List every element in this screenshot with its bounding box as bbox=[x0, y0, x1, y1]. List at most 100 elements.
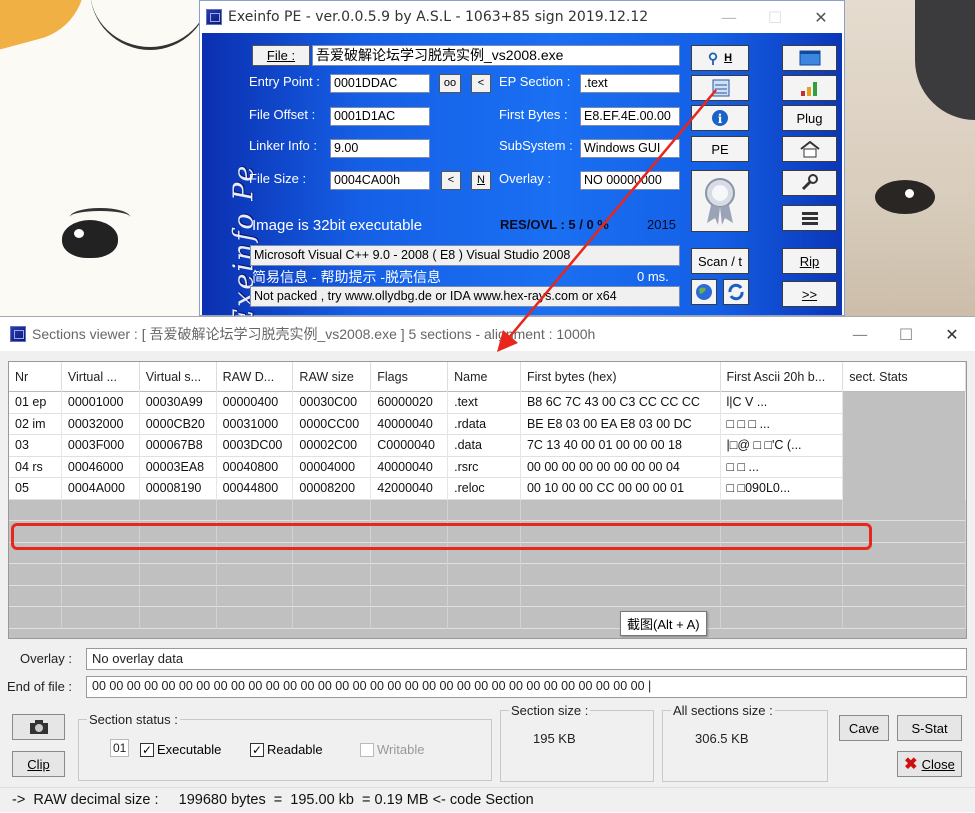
n-button[interactable]: N bbox=[471, 171, 491, 190]
magnifier-icon: ⚲ bbox=[707, 49, 719, 66]
column-header[interactable]: Flags bbox=[371, 362, 449, 392]
executable-checkbox[interactable]: ✓ Executable bbox=[140, 742, 221, 757]
tools-button[interactable] bbox=[782, 170, 837, 196]
window-button[interactable] bbox=[782, 45, 837, 71]
rip-button[interactable]: Rip bbox=[782, 248, 837, 274]
column-header[interactable]: RAW D... bbox=[217, 362, 294, 392]
camera-button[interactable] bbox=[12, 714, 65, 740]
table-row[interactable] bbox=[9, 499, 966, 521]
sections-viewer-button[interactable] bbox=[691, 75, 749, 101]
oo-button[interactable]: oo bbox=[439, 74, 461, 93]
app-icon bbox=[206, 9, 222, 25]
table-cell bbox=[521, 585, 721, 607]
maximize-button[interactable]: ☐ bbox=[752, 8, 798, 27]
table-row[interactable]: 04 rs 00046000 00003EA8 00040800 00004000 400… bbox=[9, 456, 966, 478]
column-header[interactable]: Nr bbox=[9, 362, 62, 392]
table-cell: 00004000 bbox=[293, 456, 372, 478]
readable-checkbox[interactable]: ✓ Readable bbox=[250, 742, 323, 757]
minimize-button[interactable]: — bbox=[706, 8, 752, 27]
table-row[interactable]: 05 0004A000 00008190 00044800 00008200 420000… bbox=[9, 478, 966, 500]
table-row[interactable]: 02 im 00032000 0000CB20 00031000 0000CC00 400… bbox=[9, 413, 966, 435]
table-cell: 00044800 bbox=[217, 478, 294, 500]
more-button[interactable]: >> bbox=[782, 281, 837, 307]
entry-point-field[interactable]: 0001DDAC bbox=[330, 74, 430, 93]
search-h-button[interactable]: ⚲ H bbox=[691, 45, 749, 71]
column-header[interactable]: First bytes (hex) bbox=[521, 362, 721, 392]
table-cell: 60000020 bbox=[371, 392, 449, 414]
sections-minimize-button[interactable]: — bbox=[837, 325, 883, 344]
sections-maximize-button[interactable]: ☐ bbox=[883, 325, 929, 344]
overlay-label: Overlay : bbox=[499, 171, 552, 186]
column-header[interactable]: Virtual ... bbox=[62, 362, 140, 392]
sstat-button[interactable]: S-Stat bbox=[897, 715, 962, 741]
lt-button-2[interactable]: < bbox=[441, 171, 461, 190]
web-button[interactable] bbox=[691, 279, 717, 305]
overlay-label-2: Overlay : bbox=[20, 651, 73, 666]
overlay-field[interactable]: NO 00000000 bbox=[580, 171, 680, 190]
table-cell bbox=[448, 585, 521, 607]
clip-button[interactable]: Clip bbox=[12, 751, 65, 777]
table-row[interactable] bbox=[9, 564, 966, 586]
table-cell: .rsrc bbox=[448, 456, 521, 478]
cave-button[interactable]: Cave bbox=[839, 715, 889, 741]
window-title: Exeinfo PE - ver.0.0.5.9 by A.S.L - 1063… bbox=[228, 9, 649, 25]
table-cell bbox=[843, 413, 966, 435]
scan-button[interactable]: Scan / t bbox=[691, 248, 749, 274]
sections-titlebar[interactable]: Sections viewer : [ 吾爱破解论坛学习脱壳实例_vs2008.… bbox=[0, 317, 975, 351]
stats-button[interactable] bbox=[782, 75, 837, 101]
table-cell bbox=[721, 607, 844, 629]
table-cell: 0004A000 bbox=[62, 478, 140, 500]
table-cell: 00001000 bbox=[62, 392, 140, 414]
table-cell bbox=[293, 499, 372, 521]
ep-section-field[interactable]: .text bbox=[580, 74, 680, 93]
background-cartoon-right bbox=[845, 0, 975, 320]
column-header[interactable]: Virtual s... bbox=[140, 362, 217, 392]
sections-close-window-button[interactable]: ✕ bbox=[929, 325, 975, 344]
close-button[interactable]: ✖ Close bbox=[897, 751, 962, 777]
column-header[interactable]: Name bbox=[448, 362, 521, 392]
table-row[interactable] bbox=[9, 607, 966, 629]
table-row[interactable]: 03 0003F000 000067B8 0003DC00 00002C00 C00000… bbox=[9, 435, 966, 457]
linker-info-field[interactable]: 9.00 bbox=[330, 139, 430, 158]
year-info: 2015 bbox=[647, 217, 676, 232]
exeinfo-titlebar[interactable]: Exeinfo PE - ver.0.0.5.9 by A.S.L - 1063… bbox=[200, 1, 844, 33]
file-size-field[interactable]: 0004CA00h bbox=[330, 171, 430, 190]
file-button[interactable]: File : bbox=[252, 45, 310, 66]
info-button[interactable]: i bbox=[691, 105, 749, 131]
column-header[interactable]: sect. Stats bbox=[843, 362, 966, 392]
table-cell bbox=[140, 585, 217, 607]
column-header[interactable]: RAW size bbox=[293, 362, 372, 392]
table-cell bbox=[721, 499, 844, 521]
table-cell: 0000CC00 bbox=[293, 413, 372, 435]
list-button[interactable] bbox=[782, 205, 837, 231]
award-button[interactable] bbox=[691, 170, 749, 232]
file-name-field[interactable]: 吾爱破解论坛学习脱壳实例_vs2008.exe bbox=[312, 45, 680, 66]
table-cell bbox=[448, 564, 521, 586]
table-row[interactable] bbox=[9, 585, 966, 607]
first-bytes-field[interactable]: E8.EF.4E.00.00 bbox=[580, 107, 680, 126]
cartoon-eye bbox=[62, 220, 118, 258]
table-row[interactable]: 01 ep 00001000 00030A99 00000400 00030C00 600… bbox=[9, 392, 966, 414]
lt-button[interactable]: < bbox=[471, 74, 491, 93]
all-sections-group: All sections size : bbox=[662, 703, 828, 782]
close-window-button[interactable]: ✕ bbox=[798, 8, 844, 27]
wrench-icon bbox=[801, 174, 818, 191]
reloc-highlight bbox=[11, 523, 872, 550]
sections-table[interactable]: Nr Virtual ... Virtual s... RAW D... RAW siz… bbox=[8, 361, 967, 639]
info-cn[interactable]: 简易信息 - 帮助提示 -脱壳信息 bbox=[252, 267, 441, 287]
home-button[interactable] bbox=[782, 136, 837, 162]
section-status-label: Section status : bbox=[87, 712, 180, 727]
column-header[interactable]: First Ascii 20h b... bbox=[721, 362, 844, 392]
table-cell: 7C 13 40 00 01 00 00 00 18 bbox=[521, 435, 721, 457]
compiler-info: Microsoft Visual C++ 9.0 - 2008 ( E8 ) V… bbox=[250, 245, 680, 266]
table-cell bbox=[843, 435, 966, 457]
file-offset-field[interactable]: 0001D1AC bbox=[330, 107, 430, 126]
writable-checkbox[interactable]: Writable bbox=[360, 742, 424, 757]
refresh-button[interactable] bbox=[723, 279, 749, 305]
subsystem-field[interactable]: Windows GUI bbox=[580, 139, 680, 158]
plug-button[interactable]: Plug bbox=[782, 105, 837, 131]
table-cell: □ □ □ ... bbox=[721, 413, 844, 435]
table-cell: 00002C00 bbox=[293, 435, 372, 457]
pe-button[interactable]: PE bbox=[691, 136, 749, 162]
section-size-value: 195 KB bbox=[533, 731, 576, 746]
